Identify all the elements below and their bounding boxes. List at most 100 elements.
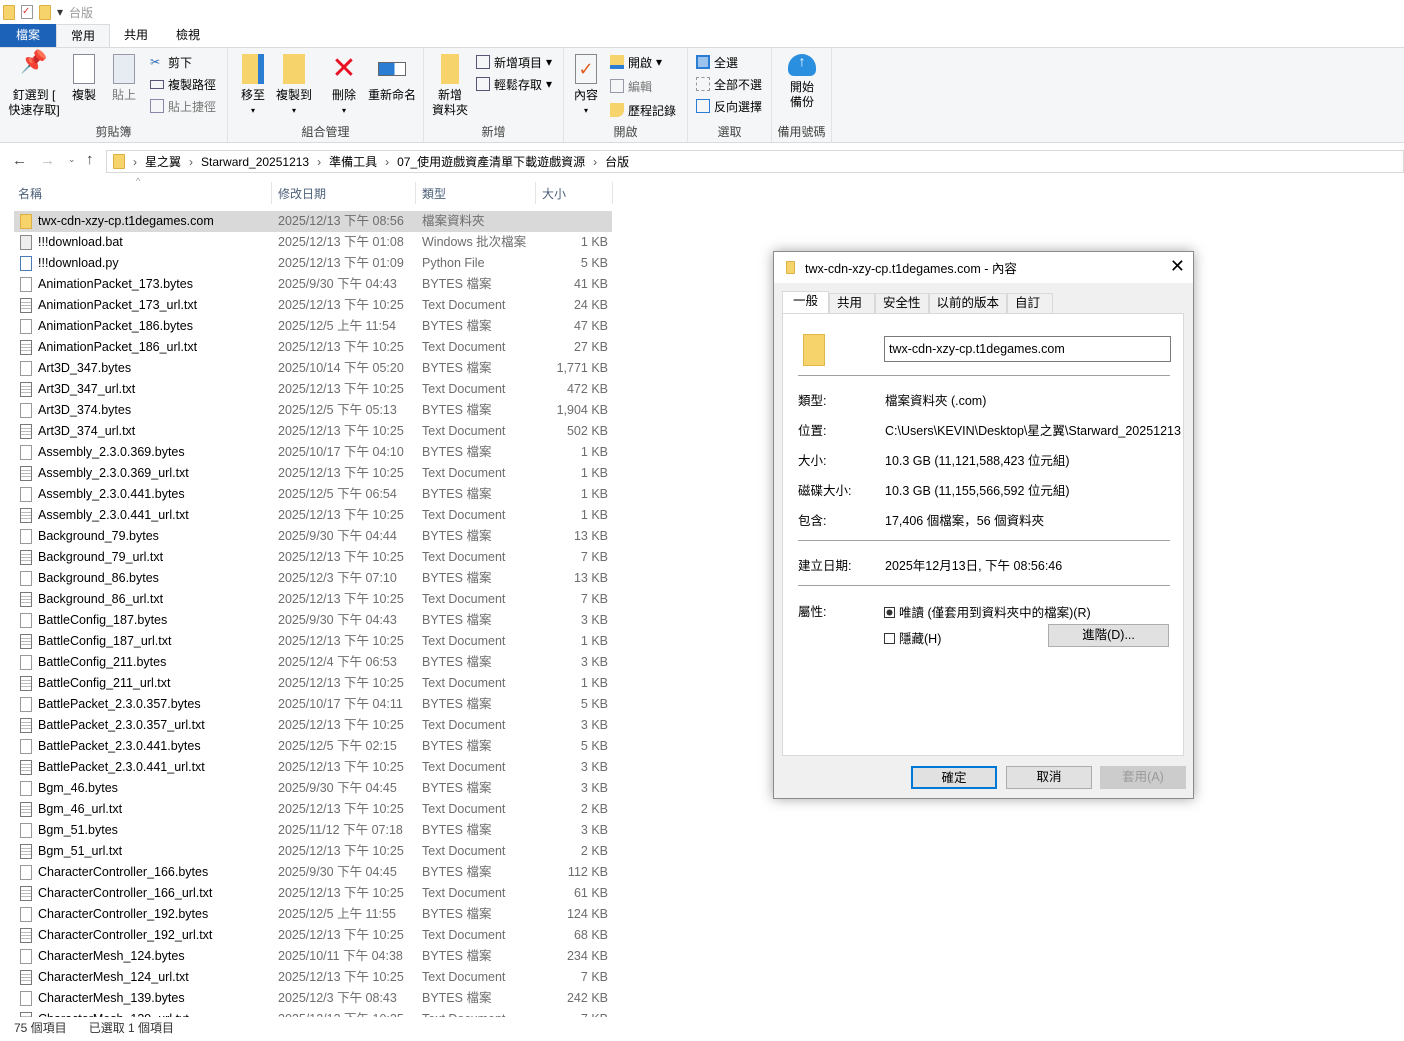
tab-sharing[interactable]: 共用 [829, 293, 876, 313]
file-row[interactable]: Bgm_46_url.txt 2025/12/13 下午 10:25 Text Do… [14, 799, 612, 820]
select-all-button[interactable]: 全選 [696, 52, 738, 72]
tab-general[interactable]: 一般 [782, 291, 830, 313]
move-to-button[interactable]: 移至 ▾ [236, 54, 270, 118]
file-row[interactable]: twx-cdn-xzy-cp.t1degames.com 2025/12/13 下… [14, 211, 612, 232]
up-arrow-icon[interactable]: ↑ [86, 151, 94, 168]
tab-home[interactable]: 常用 [56, 24, 111, 47]
file-row[interactable]: CharacterController_192_url.txt 2025/12/1… [14, 925, 612, 946]
edit-button[interactable]: 編輯 [610, 76, 652, 96]
file-row[interactable]: Background_86.bytes 2025/12/3 下午 07:10 BYT… [14, 568, 612, 589]
close-icon[interactable]: ✕ [1170, 256, 1185, 277]
copy-path-button[interactable]: 複製路徑 [150, 74, 216, 94]
breadcrumb-separator-icon[interactable]: › [385, 155, 389, 169]
address-bar[interactable]: › 星之翼 › Starward_20251213 › 準備工具 › 07_使用遊戲資… [106, 150, 1404, 173]
rename-button[interactable]: 重新命名 [366, 54, 418, 103]
column-header-name[interactable]: 名稱 [18, 185, 42, 202]
tab-file[interactable]: 檔案 [0, 24, 56, 47]
file-row[interactable]: CharacterController_192.bytes 2025/12/5 上… [14, 904, 612, 925]
file-row[interactable]: Art3D_374_url.txt 2025/12/13 下午 10:25 Text… [14, 421, 612, 442]
file-row[interactable]: AnimationPacket_186.bytes 2025/12/5 上午 11… [14, 316, 612, 337]
file-row[interactable]: BattlePacket_2.3.0.441.bytes 2025/12/5 下午… [14, 736, 612, 757]
file-row[interactable]: AnimationPacket_173.bytes 2025/9/30 下午 04… [14, 274, 612, 295]
copy-to-button[interactable]: 複製到 ▾ [274, 54, 314, 118]
file-row[interactable]: BattleConfig_187_url.txt 2025/12/13 下午 10… [14, 631, 612, 652]
file-row[interactable]: AnimationPacket_186_url.txt 2025/12/13 下午… [14, 337, 612, 358]
new-folder-qat-icon[interactable] [39, 4, 51, 20]
tab-previous-versions[interactable]: 以前的版本 [928, 293, 1008, 313]
file-row[interactable]: Assembly_2.3.0.369.bytes 2025/10/17 下午 04… [14, 442, 612, 463]
breadcrumb-separator-icon[interactable]: › [189, 155, 193, 169]
file-row[interactable]: BattleConfig_211.bytes 2025/12/4 下午 06:53… [14, 652, 612, 673]
breadcrumb-separator-icon[interactable]: › [133, 155, 137, 169]
file-row[interactable]: Assembly_2.3.0.441_url.txt 2025/12/13 下午 … [14, 505, 612, 526]
column-header-size[interactable]: 大小 [542, 185, 566, 202]
breadcrumb-separator-icon[interactable]: › [317, 155, 321, 169]
delete-button[interactable]: ✕ 刪除 ▾ [328, 54, 360, 118]
tab-customize[interactable]: 自訂 [1007, 293, 1054, 313]
file-row[interactable]: CharacterController_166.bytes 2025/9/30 下… [14, 862, 612, 883]
readonly-checkbox[interactable]: 唯讀 (僅套用到資料夾中的檔案)(R) [884, 602, 1180, 621]
paste-shortcut-button[interactable]: 貼上捷徑 [150, 96, 216, 116]
file-row[interactable]: CharacterMesh_139_url.txt 2025/12/13 下午 1… [14, 1009, 612, 1017]
file-row[interactable]: CharacterMesh_124.bytes 2025/10/11 下午 04:… [14, 946, 612, 967]
tab-security[interactable]: 安全性 [875, 293, 929, 313]
pin-quick-access-button[interactable]: 📌 釘選到 [ 快速存取] [4, 51, 64, 118]
recent-dropdown-icon[interactable]: ⌄ [68, 154, 76, 165]
file-row[interactable]: Background_79_url.txt 2025/12/13 下午 10:25… [14, 547, 612, 568]
breadcrumb-item[interactable]: Starward_20251213 [201, 155, 309, 169]
ok-button[interactable]: 確定 [911, 766, 997, 789]
invert-selection-button[interactable]: 反向選擇 [696, 96, 762, 116]
file-row[interactable]: Bgm_46.bytes 2025/9/30 下午 04:45 BYTES 檔案 3 … [14, 778, 612, 799]
folder-name-input[interactable] [884, 336, 1171, 362]
file-row[interactable]: BattlePacket_2.3.0.357_url.txt 2025/12/13… [14, 715, 612, 736]
file-row[interactable]: BattleConfig_211_url.txt 2025/12/13 下午 10… [14, 673, 612, 694]
file-row[interactable]: Assembly_2.3.0.441.bytes 2025/12/5 下午 06:… [14, 484, 612, 505]
file-row[interactable]: BattlePacket_2.3.0.357.bytes 2025/10/17 下… [14, 694, 612, 715]
breadcrumb-item[interactable]: 星之翼 [145, 153, 181, 170]
copy-button[interactable]: 複製 [66, 54, 102, 103]
back-arrow-icon[interactable]: ← [12, 152, 27, 169]
paste-button[interactable]: 貼上 [106, 54, 142, 103]
file-row[interactable]: !!!download.bat 2025/12/13 下午 01:08 Window… [14, 232, 612, 253]
tab-view[interactable]: 檢視 [162, 24, 214, 47]
file-row[interactable]: CharacterController_166_url.txt 2025/12/1… [14, 883, 612, 904]
file-row[interactable]: Assembly_2.3.0.369_url.txt 2025/12/13 下午 … [14, 463, 612, 484]
qat-dropdown-icon[interactable]: ▾ [57, 5, 63, 19]
file-name: BattleConfig_211_url.txt [38, 676, 171, 690]
breadcrumb-item[interactable]: 台版 [605, 153, 629, 170]
file-row[interactable]: !!!download.py 2025/12/13 下午 01:09 Python … [14, 253, 612, 274]
file-row[interactable]: AnimationPacket_173_url.txt 2025/12/13 下午… [14, 295, 612, 316]
open-button[interactable]: 開啟 ▾ [610, 52, 662, 72]
file-row[interactable]: Art3D_347_url.txt 2025/12/13 下午 10:25 Text… [14, 379, 612, 400]
file-row[interactable]: Background_86_url.txt 2025/12/13 下午 10:25… [14, 589, 612, 610]
column-header-type[interactable]: 類型 [422, 185, 446, 202]
file-row[interactable]: Art3D_374.bytes 2025/12/5 下午 05:13 BYTES 檔… [14, 400, 612, 421]
breadcrumb-item[interactable]: 準備工具 [329, 153, 377, 170]
hidden-checkbox[interactable]: 隱藏(H) [884, 628, 1004, 647]
file-row[interactable]: Background_79.bytes 2025/9/30 下午 04:44 BYT… [14, 526, 612, 547]
cut-button[interactable]: ✂ 剪下 [150, 52, 192, 72]
new-item-button[interactable]: 新增項目 ▾ [476, 52, 552, 72]
cancel-button[interactable]: 取消 [1006, 766, 1092, 789]
column-header-date[interactable]: 修改日期 [278, 185, 326, 202]
new-folder-button[interactable]: 新增 資料夾 [430, 54, 470, 118]
breadcrumb-separator-icon[interactable]: › [593, 155, 597, 169]
forward-arrow-icon[interactable]: → [40, 152, 55, 169]
file-row[interactable]: BattlePacket_2.3.0.441_url.txt 2025/12/13… [14, 757, 612, 778]
properties-qat-icon[interactable]: ✓ [21, 5, 33, 19]
advanced-button[interactable]: 進階(D)... [1048, 624, 1169, 647]
tab-share[interactable]: 共用 [110, 24, 162, 47]
file-row[interactable]: Art3D_347.bytes 2025/10/14 下午 05:20 BYTES … [14, 358, 612, 379]
file-row[interactable]: Bgm_51.bytes 2025/11/12 下午 07:18 BYTES 檔案 3… [14, 820, 612, 841]
history-button[interactable]: 歷程記錄 [610, 100, 676, 120]
file-row[interactable]: BattleConfig_187.bytes 2025/9/30 下午 04:43… [14, 610, 612, 631]
file-row[interactable]: Bgm_51_url.txt 2025/12/13 下午 10:25 Text Do… [14, 841, 612, 862]
file-row[interactable]: CharacterMesh_139.bytes 2025/12/3 下午 08:4… [14, 988, 612, 1009]
breadcrumb-item[interactable]: 07_使用遊戲資產清單下載遊戲資源 [397, 153, 585, 170]
easy-access-button[interactable]: 輕鬆存取 ▾ [476, 74, 552, 94]
file-row[interactable]: CharacterMesh_124_url.txt 2025/12/13 下午 1… [14, 967, 612, 988]
start-backup-button[interactable]: ↑ 開始 備份 [780, 54, 824, 110]
select-none-button[interactable]: 全部不選 [696, 74, 762, 94]
properties-button[interactable]: ✓ 內容 ▾ [570, 54, 602, 118]
apply-button[interactable]: 套用(A) [1100, 766, 1186, 789]
